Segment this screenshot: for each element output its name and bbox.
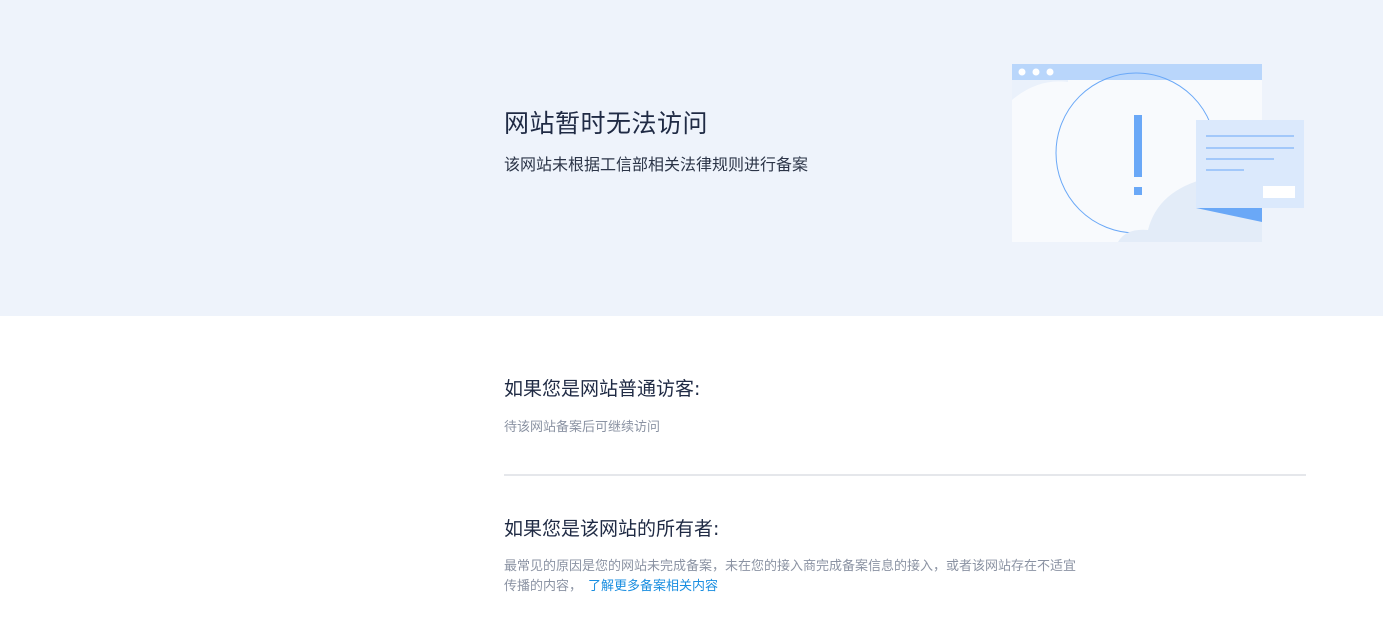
hero-banner: 网站暂时无法访问 该网站未根据工信部相关法律规则进行备案 (0, 0, 1383, 316)
owner-section: 如果您是该网站的所有者: 最常见的原因是您的网站未完成备案，未在您的接入商完成备… (504, 514, 1306, 597)
warning-browser-illustration-icon (1012, 64, 1304, 242)
page-title: 网站暂时无法访问 (504, 109, 709, 138)
owner-heading: 如果您是该网站的所有者: (504, 518, 720, 540)
owner-text-paragraph: 最常见的原因是您的网站未完成备案，未在您的接入商完成备案信息的接入，或者该网站存… (504, 557, 1084, 597)
visitor-heading: 如果您是网站普通访客: (504, 378, 701, 400)
visitor-text: 待该网站备案后可继续访问 (504, 420, 661, 435)
page-subtitle: 该网站未根据工信部相关法律规则进行备案 (504, 155, 809, 174)
learn-more-link[interactable]: 了解更多备案相关内容 (588, 579, 718, 594)
section-divider (504, 474, 1306, 476)
visitor-section: 如果您是网站普通访客: 待该网站备案后可继续访问 (504, 374, 1306, 438)
